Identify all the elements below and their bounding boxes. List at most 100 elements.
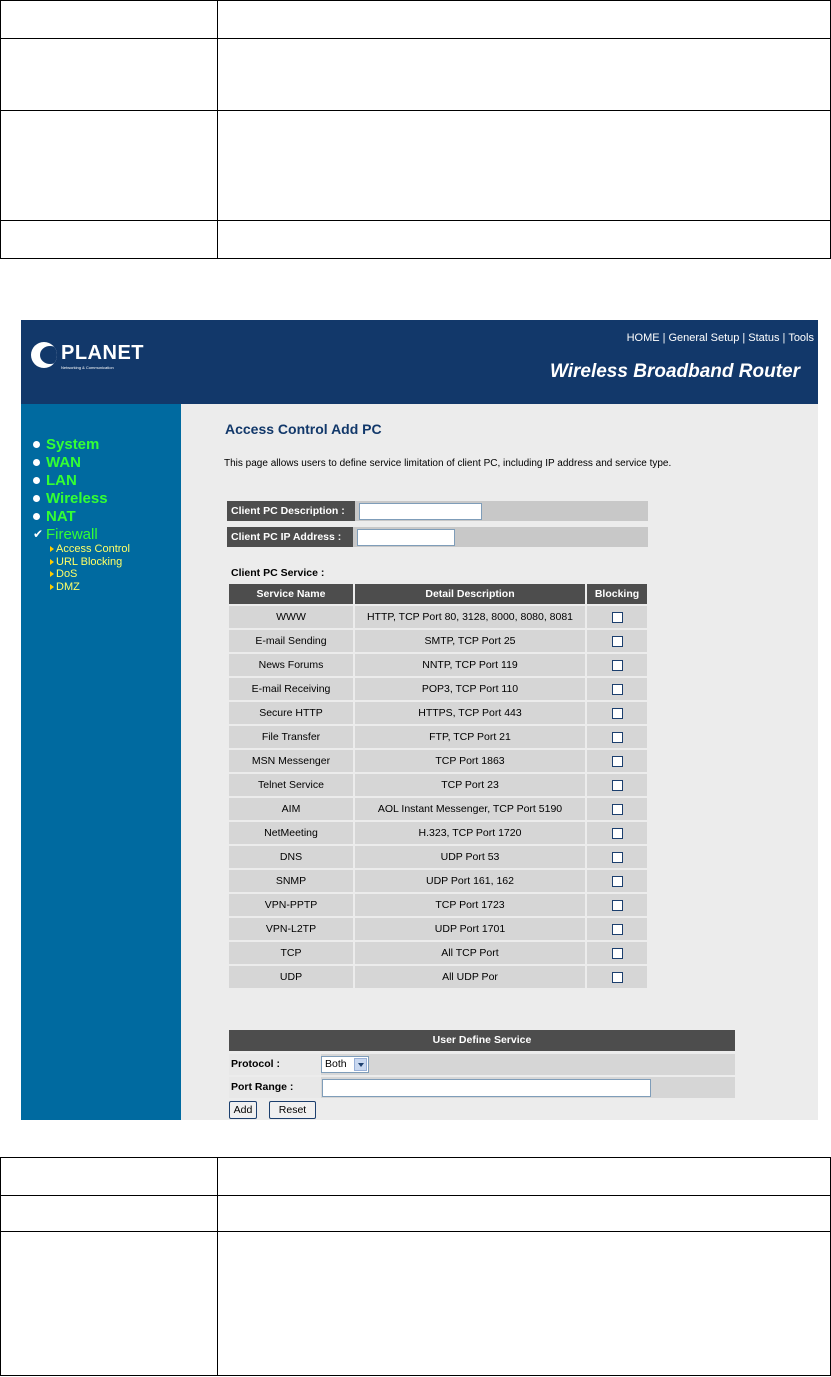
service-name-cell: Telnet Service xyxy=(229,774,353,796)
sidebar-item-firewall[interactable]: ✔ Firewall xyxy=(33,525,130,543)
blocking-checkbox[interactable] xyxy=(611,635,623,647)
sidebar-subitem-dmz[interactable]: DMZ xyxy=(33,581,130,594)
blocking-cell xyxy=(587,774,647,796)
service-row: Secure HTTP HTTPS, TCP Port 443 xyxy=(229,702,647,724)
blocking-checkbox[interactable] xyxy=(611,875,623,887)
home-link[interactable]: HOME xyxy=(627,332,660,344)
service-detail-cell: UDP Port 1701 xyxy=(355,918,585,940)
chevron-down-icon[interactable] xyxy=(354,1058,367,1071)
client-ip-row: Client PC IP Address : xyxy=(227,527,648,547)
blocking-checkbox[interactable] xyxy=(611,683,623,695)
sidebar-subitem-access-control[interactable]: Access Control xyxy=(33,543,130,556)
service-name-cell: SNMP xyxy=(229,870,353,892)
blocking-cell xyxy=(587,966,647,988)
logo-text: PLANET xyxy=(61,342,144,364)
blocking-cell xyxy=(587,798,647,820)
bullet-icon xyxy=(33,512,40,520)
service-detail-cell: NNTP, TCP Port 119 xyxy=(355,654,585,676)
status-link[interactable]: Status xyxy=(748,332,779,344)
blocking-checkbox[interactable] xyxy=(611,971,623,983)
blocking-header: Blocking xyxy=(587,584,647,604)
service-detail-cell: TCP Port 23 xyxy=(355,774,585,796)
detail-description-header: Detail Description xyxy=(355,584,585,604)
service-detail-cell: TCP Port 1723 xyxy=(355,894,585,916)
blocking-cell xyxy=(587,870,647,892)
protocol-row: Protocol : Both xyxy=(229,1054,735,1075)
service-row: TCP All TCP Port xyxy=(229,942,647,964)
blocking-checkbox[interactable] xyxy=(611,947,623,959)
blocking-checkbox[interactable] xyxy=(611,731,623,743)
service-detail-cell: All TCP Port xyxy=(355,942,585,964)
sidebar-item-system[interactable]: System xyxy=(33,435,130,453)
service-detail-cell: UDP Port 53 xyxy=(355,846,585,868)
blocking-cell xyxy=(587,918,647,940)
blocking-checkbox[interactable] xyxy=(611,659,623,671)
service-detail-cell: FTP, TCP Port 21 xyxy=(355,726,585,748)
client-desc-row: Client PC Description : xyxy=(227,501,648,521)
doc-table-top xyxy=(0,0,831,259)
service-row: AIM AOL Instant Messenger, TCP Port 5190 xyxy=(229,798,647,820)
sidebar-item-wan[interactable]: WAN xyxy=(33,453,130,471)
client-desc-label: Client PC Description : xyxy=(227,501,355,521)
page-description: This page allows users to define service… xyxy=(224,458,672,469)
sidebar-item-wireless[interactable]: Wireless xyxy=(33,489,130,507)
product-title: Wireless Broadband Router xyxy=(549,361,800,382)
blocking-checkbox[interactable] xyxy=(611,707,623,719)
protocol-select[interactable]: Both xyxy=(321,1056,369,1073)
blocking-checkbox[interactable] xyxy=(611,827,623,839)
service-row: E-mail Receiving POP3, TCP Port 110 xyxy=(229,678,647,700)
client-desc-input[interactable] xyxy=(359,503,482,520)
service-name-cell: E-mail Receiving xyxy=(229,678,353,700)
blocking-checkbox[interactable] xyxy=(611,923,623,935)
port-range-input[interactable] xyxy=(322,1079,651,1097)
planet-logo-icon xyxy=(31,342,57,368)
blocking-checkbox[interactable] xyxy=(611,755,623,767)
service-row: VPN-PPTP TCP Port 1723 xyxy=(229,894,647,916)
service-row: MSN Messenger TCP Port 1863 xyxy=(229,750,647,772)
service-name-cell: UDP xyxy=(229,966,353,988)
bullet-icon xyxy=(33,458,40,466)
service-name-cell: WWW xyxy=(229,606,353,628)
reset-button[interactable]: Reset xyxy=(269,1101,316,1119)
service-name-cell: File Transfer xyxy=(229,726,353,748)
blocking-checkbox[interactable] xyxy=(611,899,623,911)
service-detail-cell: TCP Port 1863 xyxy=(355,750,585,772)
service-detail-cell: POP3, TCP Port 110 xyxy=(355,678,585,700)
router-web-ui: PLANET Networking & Communication HOME | G… xyxy=(21,320,818,1120)
blocking-cell xyxy=(587,702,647,724)
service-row: UDP All UDP Por xyxy=(229,966,647,988)
service-detail-cell: HTTP, TCP Port 80, 3128, 8000, 8080, 808… xyxy=(355,606,585,628)
client-ip-input[interactable] xyxy=(357,529,455,546)
blocking-cell xyxy=(587,654,647,676)
bullet-icon xyxy=(33,476,40,484)
service-detail-cell: AOL Instant Messenger, TCP Port 5190 xyxy=(355,798,585,820)
service-name-cell: AIM xyxy=(229,798,353,820)
service-row: NetMeeting H.323, TCP Port 1720 xyxy=(229,822,647,844)
sidebar-item-lan[interactable]: LAN xyxy=(33,471,130,489)
port-range-label: Port Range : xyxy=(229,1077,321,1098)
service-detail-cell: UDP Port 161, 162 xyxy=(355,870,585,892)
blocking-checkbox[interactable] xyxy=(611,611,623,623)
bullet-icon xyxy=(33,440,40,448)
service-name-cell: DNS xyxy=(229,846,353,868)
general-setup-link[interactable]: General Setup xyxy=(668,332,739,344)
blocking-cell xyxy=(587,846,647,868)
service-detail-cell: HTTPS, TCP Port 443 xyxy=(355,702,585,724)
tools-link[interactable]: Tools xyxy=(788,332,814,344)
blocking-checkbox[interactable] xyxy=(611,803,623,815)
add-button[interactable]: Add xyxy=(229,1101,257,1119)
service-name-cell: News Forums xyxy=(229,654,353,676)
page-title: Access Control Add PC xyxy=(225,421,382,437)
bullet-icon xyxy=(33,494,40,502)
service-row: Telnet Service TCP Port 23 xyxy=(229,774,647,796)
planet-logo: PLANET Networking & Communication xyxy=(31,342,144,372)
sidebar-subitem-url-blocking[interactable]: URL Blocking xyxy=(33,556,130,569)
doc-table-bottom xyxy=(0,1157,831,1376)
service-row: WWW HTTP, TCP Port 80, 3128, 8000, 8080, … xyxy=(229,606,647,628)
service-row: News Forums NNTP, TCP Port 119 xyxy=(229,654,647,676)
sidebar-subitem-dos[interactable]: DoS xyxy=(33,568,130,581)
sidebar-item-nat[interactable]: NAT xyxy=(33,507,130,525)
blocking-checkbox[interactable] xyxy=(611,851,623,863)
service-name-header: Service Name xyxy=(229,584,353,604)
blocking-checkbox[interactable] xyxy=(611,779,623,791)
